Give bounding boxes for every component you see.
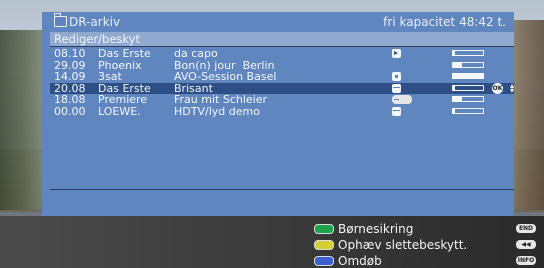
bottom-menu: Børnesikring END Ophæv slettebeskytt. ◀◀… (0, 216, 544, 268)
recording-date: 00.00 (54, 104, 86, 118)
background-tree-left (0, 30, 44, 210)
recording-date: 08.10 (54, 47, 86, 60)
recording-date: 18.08 (54, 93, 86, 106)
recording-row[interactable]: 08.10 Das Erste da capo (50, 48, 514, 60)
blue-button-icon (314, 256, 334, 266)
menu-item-unprotect[interactable]: Ophæv slettebeskytt. (314, 238, 467, 252)
progress-bar (452, 84, 484, 91)
menu-item-childlock[interactable]: Børnesikring (314, 222, 413, 236)
archive-panel: DR-arkiv fri kapacitet 48:42 t. Rediger/… (42, 12, 514, 216)
panel-header: DR-arkiv fri kapacitet 48:42 t. (42, 12, 514, 32)
mode-title: Rediger/beskyt (50, 32, 514, 46)
divider (50, 189, 514, 190)
green-button-icon (314, 224, 334, 234)
key-icon (392, 95, 412, 104)
recording-channel: 3sat (98, 70, 122, 83)
ok-button-icon[interactable]: OK (492, 82, 503, 94)
play-icon (392, 49, 401, 58)
yellow-button-icon (314, 240, 334, 250)
progress-bar (452, 73, 484, 79)
menu-item-label: Ophæv slettebeskytt. (338, 238, 468, 252)
lock-icon (392, 72, 401, 81)
recording-channel: LOEWE. (98, 104, 141, 118)
progress-bar (452, 96, 484, 102)
progress-bar (452, 50, 484, 56)
recording-title: AVO-Session Basel (174, 70, 277, 83)
recording-date: 14.09 (54, 70, 86, 83)
recording-channel: Premiere (98, 93, 148, 106)
recording-title: HDTV/lyd demo (174, 104, 260, 118)
up-down-arrows-icon: ▴ ▾ (510, 80, 515, 95)
recording-title: da capo (174, 47, 218, 60)
panel-title: DR-arkiv (54, 12, 121, 29)
info-key-icon: INFO (516, 256, 536, 265)
progress-bar (452, 61, 484, 68)
menu-item-rename[interactable]: Omdøb (314, 254, 382, 268)
tape-icon (392, 106, 401, 116)
recording-channel: Das Erste (98, 47, 151, 60)
recording-row[interactable]: 14.09 3sat AVO-Session Basel (50, 71, 514, 83)
end-key-icon: END (516, 224, 536, 233)
recording-row[interactable]: 18.08 Premiere Frau mit Schleier (50, 94, 514, 106)
rewind-key-icon: ◀◀ (516, 240, 536, 249)
menu-item-label: Omdøb (338, 254, 382, 268)
panel-title-text: DR-arkiv (69, 15, 121, 29)
tape-icon (392, 83, 401, 93)
menu-item-label: Børnesikring (338, 222, 414, 236)
free-capacity: fri kapacitet 48:42 t. (383, 15, 506, 29)
recording-title: Frau mit Schleier (174, 93, 268, 106)
folder-icon (54, 12, 67, 27)
progress-bar (452, 107, 484, 114)
recordings-list: 08.10 Das Erste da capo 29.09 Phoenix Bo… (50, 48, 514, 117)
recording-row[interactable]: 00.00 LOEWE. HDTV/lyd demo (50, 104, 514, 118)
